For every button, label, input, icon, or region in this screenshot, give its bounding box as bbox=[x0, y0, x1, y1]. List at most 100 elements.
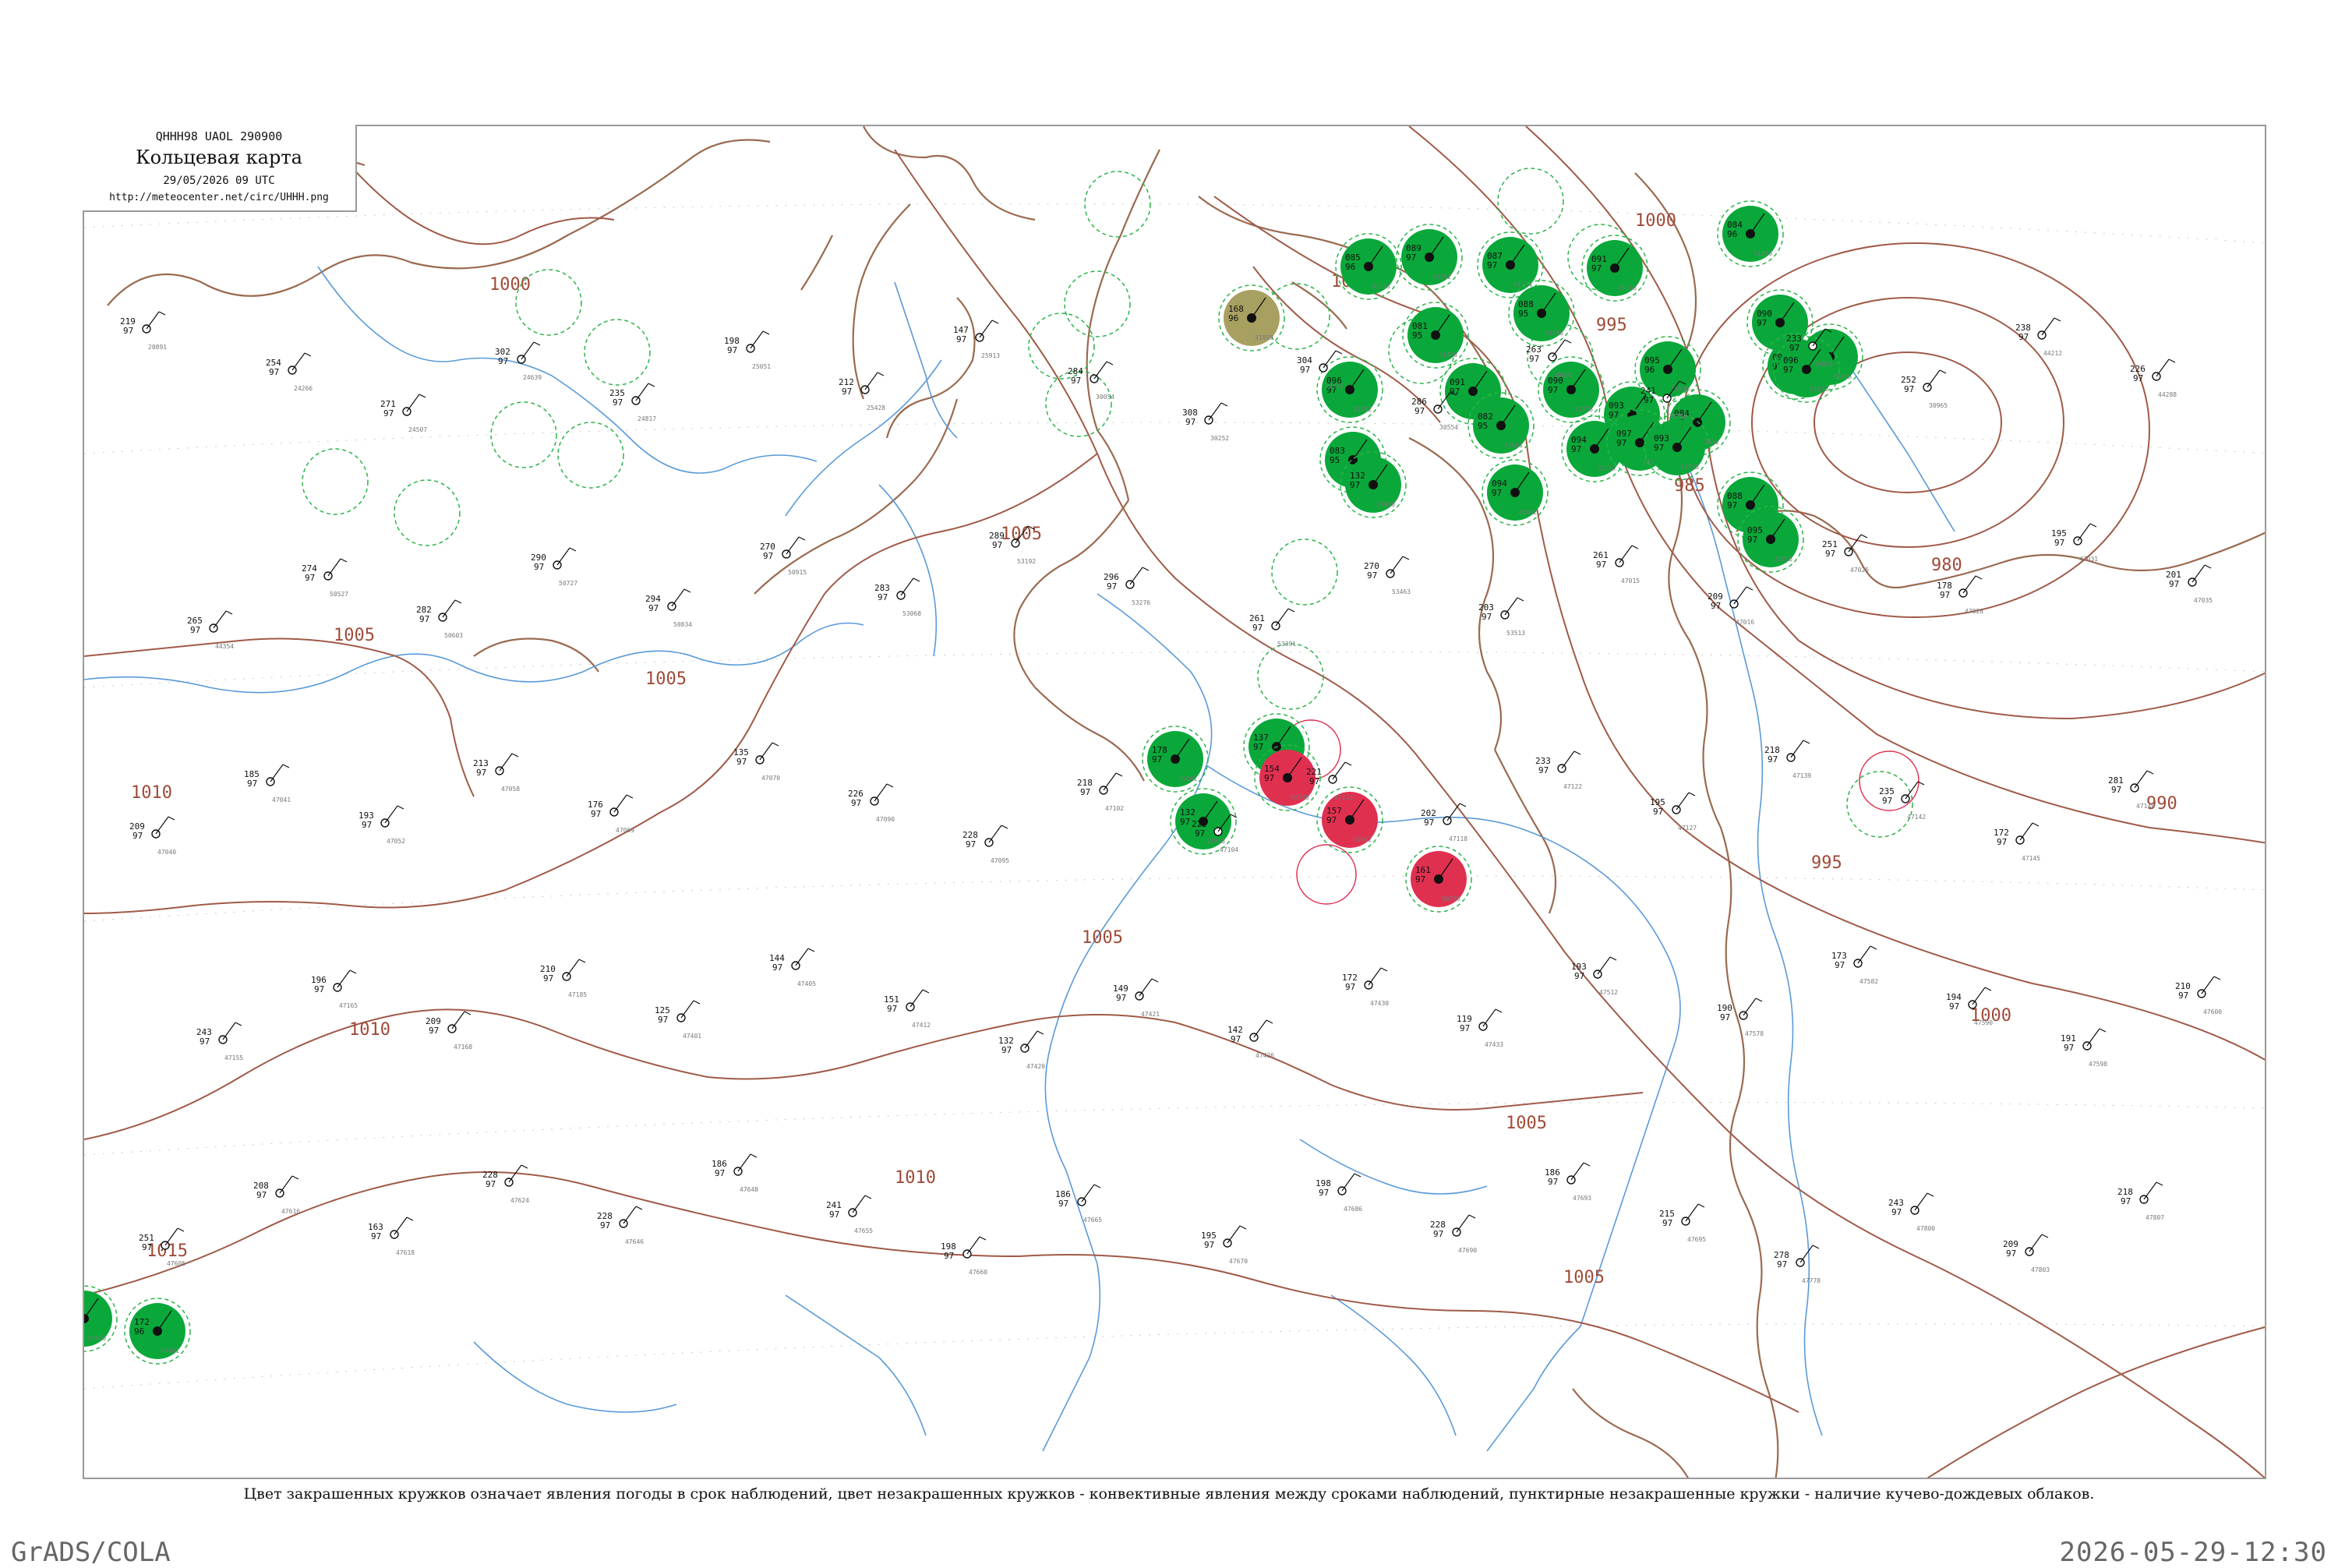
phenomenon-station[interactable]: 0899731152 bbox=[1396, 224, 1463, 291]
station-plot[interactable]: 2109747185 bbox=[540, 959, 587, 998]
map-area[interactable]: 1000 1000 1000 1000 995 995 990 985 980 … bbox=[83, 125, 2266, 1479]
station-plot[interactable]: 2529730965 bbox=[1901, 369, 1948, 409]
station-plot[interactable]: 2099747016 bbox=[1708, 586, 1754, 626]
station-plot[interactable]: 3029724639 bbox=[495, 341, 542, 381]
station-plot[interactable]: 2619753391 bbox=[1249, 608, 1296, 648]
station-id: 47148 bbox=[2136, 803, 2155, 810]
station-plot[interactable]: 2849730054 bbox=[1068, 361, 1114, 401]
station-plot[interactable]: 2189747807 bbox=[2117, 1181, 2164, 1221]
station-plot[interactable]: 1359747070 bbox=[733, 742, 780, 782]
phenomenon-station[interactable]: 1619750788 bbox=[1405, 846, 1472, 913]
station-plot[interactable]: 2619747015 bbox=[1593, 545, 1640, 584]
station-plot[interactable]: 2129725428 bbox=[839, 372, 885, 411]
phenomenon-station[interactable]: 0819531418 bbox=[1402, 302, 1469, 369]
station-plot[interactable]: 1869747665 bbox=[1055, 1184, 1102, 1224]
station-plot[interactable]: 1429747426 bbox=[1227, 1019, 1274, 1059]
station-humidity: 97 bbox=[1492, 488, 1502, 498]
station-plot[interactable]: 2189747102 bbox=[1077, 772, 1124, 812]
station-plot[interactable]: 2819747148 bbox=[2108, 770, 2155, 810]
station-plot[interactable]: 2159747695 bbox=[1659, 1203, 1706, 1243]
station-plot[interactable]: 2339747122 bbox=[1535, 750, 1582, 790]
station-plot[interactable]: 2969753276 bbox=[1104, 567, 1150, 606]
station-plot[interactable]: 1519747412 bbox=[884, 989, 931, 1029]
station-plot[interactable]: 1479725913 bbox=[953, 320, 1000, 359]
station-plot[interactable]: 2289747624 bbox=[482, 1164, 529, 1204]
station-plot[interactable]: 2019747035 bbox=[2166, 564, 2213, 604]
station-plot[interactable]: 3089730252 bbox=[1182, 402, 1229, 442]
wind-feather bbox=[1631, 545, 1639, 549]
phenomenon-station[interactable]: 1789731101 bbox=[1142, 726, 1209, 793]
cumulonimbus-markers bbox=[302, 168, 1919, 905]
phenomenon-station[interactable]: 1689631959 bbox=[1218, 284, 1285, 351]
station-plot[interactable]: 2219747112 bbox=[1306, 761, 1353, 801]
station-plot[interactable]: 1939747052 bbox=[358, 805, 405, 845]
station-plot[interactable]: 1259747401 bbox=[655, 1000, 701, 1040]
station-plot[interactable]: 2039753513 bbox=[1478, 597, 1525, 637]
station-plot[interactable]: 2949750834 bbox=[645, 588, 692, 628]
station-plot[interactable]: 1959747127 bbox=[1650, 792, 1697, 832]
phenomenon-station[interactable]: 0909731735 bbox=[1538, 356, 1605, 423]
station-plot[interactable]: 1989725051 bbox=[724, 330, 771, 370]
station-plot[interactable]: 2439747800 bbox=[1888, 1192, 1935, 1232]
station-plot[interactable]: 1329747420 bbox=[998, 1030, 1045, 1070]
station-plot[interactable]: 2419747655 bbox=[826, 1195, 873, 1234]
station-plot[interactable]: 1939747512 bbox=[1571, 956, 1618, 996]
phenomenon-station[interactable]: 0829531561 bbox=[1467, 392, 1535, 459]
station-plot[interactable]: 2719724507 bbox=[380, 394, 427, 433]
phenomenon-station[interactable]: 0889531285 bbox=[1508, 280, 1575, 347]
station-plot[interactable]: 2189747139 bbox=[1764, 740, 1811, 779]
station-plot[interactable]: 2269747090 bbox=[848, 783, 895, 823]
station-plot[interactable]: 2089747616 bbox=[253, 1175, 300, 1215]
station-plot[interactable]: 1959747670 bbox=[1201, 1225, 1248, 1265]
station-plot[interactable]: 2389744212 bbox=[2015, 317, 2062, 357]
station-plot[interactable]: 2109747600 bbox=[2175, 976, 2222, 1015]
station-plot[interactable]: 1449747405 bbox=[769, 948, 816, 987]
phenomenon-station[interactable]: 1629347400 bbox=[84, 1285, 118, 1352]
station-plot[interactable]: 2749750527 bbox=[302, 558, 348, 598]
station-plot[interactable]: 1769747069 bbox=[588, 794, 634, 834]
station-plot[interactable]: 1729747145 bbox=[1994, 822, 2040, 862]
station-plot[interactable]: 2099747040 bbox=[129, 816, 176, 856]
station-plot[interactable]: 2839753068 bbox=[874, 577, 921, 617]
station-plot[interactable]: 2709753463 bbox=[1364, 556, 1411, 595]
station-plot[interactable]: 2829750603 bbox=[416, 599, 463, 639]
station-plot[interactable]: 2099747803 bbox=[2003, 1234, 2050, 1273]
station-plot[interactable]: 1969747165 bbox=[311, 969, 358, 1009]
station-plot[interactable]: 1639747618 bbox=[368, 1217, 415, 1256]
station-humidity: 97 bbox=[1326, 815, 1337, 825]
station-plot[interactable]: 1989747686 bbox=[1316, 1173, 1362, 1213]
station-plot[interactable]: 1729747430 bbox=[1342, 967, 1389, 1007]
phenomenon-station[interactable]: 1329731938 bbox=[1340, 451, 1407, 518]
station-plot[interactable]: 2099747168 bbox=[426, 1011, 472, 1051]
station-humidity: 97 bbox=[1777, 1259, 1787, 1270]
map-source-url[interactable]: http://meteocenter.net/circ/UHHH.png bbox=[83, 192, 355, 203]
station-plot[interactable]: 2549724266 bbox=[266, 352, 313, 392]
convective-event-ring bbox=[1296, 844, 1357, 905]
station-plot[interactable]: 2289747646 bbox=[597, 1206, 644, 1245]
station-plot[interactable]: 2789747778 bbox=[1774, 1245, 1821, 1284]
station-plot[interactable]: 2139747058 bbox=[473, 753, 520, 793]
station-plot[interactable]: 2269744288 bbox=[2130, 358, 2177, 398]
wind-feather bbox=[1939, 369, 1947, 374]
station-plot[interactable]: 2199720891 bbox=[120, 311, 167, 351]
station-plot[interactable]: 2289747690 bbox=[1430, 1214, 1477, 1254]
station-plot[interactable]: 2359747142 bbox=[1879, 781, 1926, 821]
station-plot[interactable]: 2439747155 bbox=[196, 1022, 243, 1061]
station-plot[interactable]: 1859747041 bbox=[244, 764, 291, 803]
station-plot[interactable]: 1869747693 bbox=[1545, 1162, 1591, 1202]
station-plot[interactable]: 1869747648 bbox=[712, 1153, 758, 1193]
station-plot[interactable]: 2359724817 bbox=[609, 383, 656, 422]
station-plot[interactable]: 1199747433 bbox=[1457, 1008, 1503, 1048]
station-plot[interactable]: 1789747028 bbox=[1937, 575, 1983, 615]
station-plot[interactable]: 2029747118 bbox=[1421, 803, 1467, 842]
station-plot[interactable]: 1499747421 bbox=[1113, 978, 1160, 1018]
phenomenon-station[interactable]: 0849631286 bbox=[1717, 200, 1784, 267]
station-id: 31959 bbox=[1255, 334, 1273, 341]
station-plot[interactable]: 2909750727 bbox=[531, 547, 577, 587]
phenomenon-station[interactable]: 0959731855 bbox=[1737, 506, 1804, 573]
phenomenon-station[interactable]: 0919731168 bbox=[1581, 235, 1648, 302]
station-plot[interactable]: 1739747582 bbox=[1831, 945, 1878, 985]
station-plot[interactable]: 1919747598 bbox=[2061, 1028, 2107, 1068]
station-plot[interactable]: 2289747095 bbox=[962, 825, 1009, 864]
phenomenon-station[interactable]: 1729647401 bbox=[124, 1298, 191, 1365]
